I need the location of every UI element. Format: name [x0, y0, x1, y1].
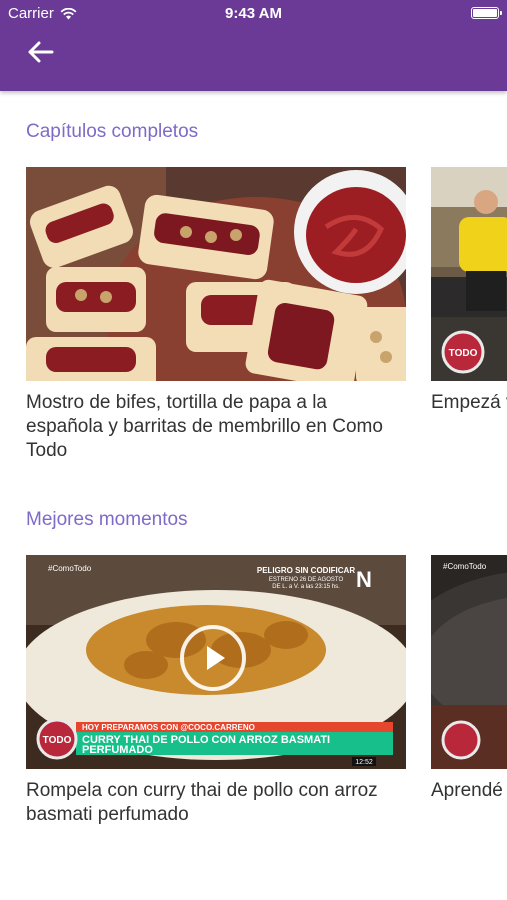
- hashtag-label: #ComoTodo: [48, 564, 92, 573]
- play-button[interactable]: [180, 625, 246, 691]
- video-thumbnail[interactable]: #ComoTodo PELIGRO SIN CODIFICAR ESTRENO …: [26, 555, 406, 769]
- channel-logo: N: [356, 567, 372, 592]
- cookies-image: [26, 167, 406, 381]
- promo-sub2: DE L. a V. a las 23:15 hs.: [272, 584, 340, 590]
- status-time: 9:43 AM: [225, 5, 282, 22]
- moment-caption: Rompela con curry thai de pollo con arro…: [26, 780, 378, 825]
- episode-card[interactable]: TODO Empezá variedad: [431, 167, 507, 415]
- section-title-capitulos: Capítulos completos: [26, 121, 199, 142]
- carousel-capitulos[interactable]: Mostro de bifes, tortilla de papa a la e…: [0, 167, 507, 487]
- todo-badge: TODO: [449, 348, 478, 359]
- arrow-left-icon: [28, 41, 54, 63]
- carousel-mejores[interactable]: #ComoTodo PELIGRO SIN CODIFICAR ESTRENO …: [0, 555, 507, 875]
- play-icon: [207, 646, 225, 670]
- promo-title: PELIGRO SIN CODIFICAR: [257, 566, 355, 575]
- moment-card[interactable]: #ComoTodo PELIGRO SIN CODIFICAR ESTRENO …: [26, 555, 406, 827]
- promo-sub: ESTRENO 26 DE AGOSTO: [269, 577, 344, 583]
- episode-thumbnail[interactable]: [26, 167, 406, 381]
- broadcast-clock: 12:52: [355, 759, 373, 766]
- moment-caption: Aprendé lasagna champig: [431, 780, 507, 801]
- moment-card[interactable]: #ComoTodo Aprendé lasagna champig: [431, 555, 507, 803]
- kitchen-image: TODO: [431, 167, 507, 381]
- video-thumbnail[interactable]: #ComoTodo: [431, 555, 507, 769]
- banner-small: HOY PREPARAMOS CON @COCO.CARRENO: [82, 723, 255, 732]
- lasagna-image: #ComoTodo: [431, 555, 507, 769]
- section-title-mejores: Mejores momentos: [26, 509, 188, 530]
- episode-caption: Mostro de bifes, tortilla de papa a la e…: [26, 392, 383, 461]
- battery-icon: [471, 7, 502, 19]
- status-bar: Carrier 9:43 AM: [0, 0, 507, 28]
- banner-line2: PERFUMADO: [82, 744, 153, 756]
- episode-card[interactable]: Mostro de bifes, tortilla de papa a la e…: [26, 167, 406, 463]
- todo-badge: TODO: [43, 735, 72, 746]
- app-bar: Carrier 9:43 AM: [0, 0, 507, 91]
- episode-thumbnail[interactable]: TODO: [431, 167, 507, 381]
- back-button[interactable]: [22, 36, 58, 68]
- hashtag-label: #ComoTodo: [443, 562, 487, 571]
- episode-caption: Empezá variedad: [431, 392, 507, 413]
